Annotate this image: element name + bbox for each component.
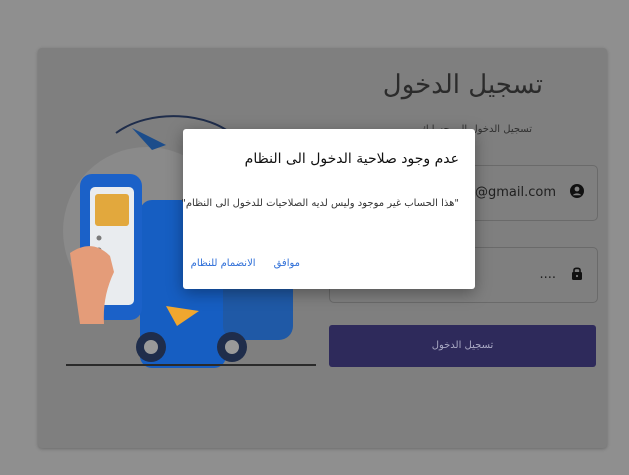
password-value: .... — [539, 267, 556, 282]
dialog-title: عدم وجود صلاحية الدخول الى النظام — [244, 151, 459, 167]
dialog-actions: موافق الانضمام للنظام — [191, 258, 300, 269]
page-title: تسجيل الدخول — [382, 70, 543, 100]
confirm-button[interactable]: موافق — [274, 258, 300, 269]
lock-icon — [572, 267, 582, 280]
dialog-message: "هذا الحساب غير موجود وليس لديه الصلاحيا… — [181, 198, 459, 209]
access-denied-dialog: عدم وجود صلاحية الدخول الى النظام "هذا ا… — [181, 129, 475, 289]
account-circle-icon — [570, 184, 584, 198]
join-system-button[interactable]: الانضمام للنظام — [191, 258, 256, 269]
login-button[interactable]: تسجيل الدخول — [329, 325, 596, 367]
